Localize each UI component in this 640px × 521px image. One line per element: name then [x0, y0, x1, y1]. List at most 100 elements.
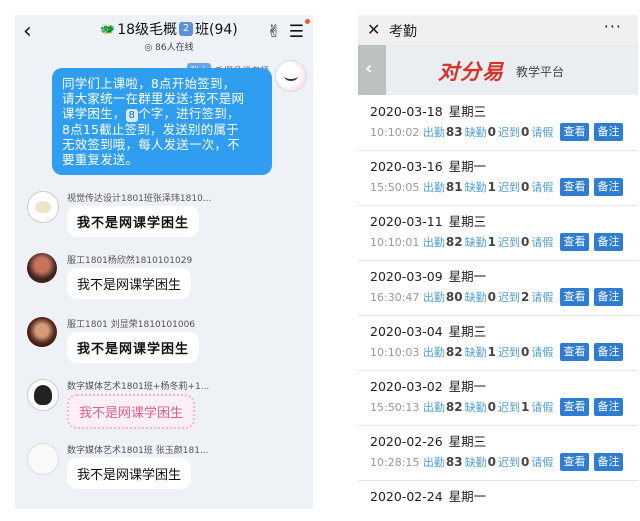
present-count: 80	[445, 290, 463, 304]
session-time: 10:10:01	[370, 236, 420, 249]
present-count: 83	[445, 125, 463, 139]
banner-back-button[interactable]: ‹	[358, 45, 386, 95]
absent-count: 0	[487, 125, 496, 139]
avatar[interactable]	[27, 379, 59, 411]
session-date: 2020-02-24 星期一	[370, 489, 487, 504]
present-count: 82	[445, 235, 463, 249]
session-stats: 10:28:15 出勤83 缺勤0 迟到0 请假	[370, 455, 554, 469]
announcement-bubble: 同学们上课啦，8点开始签到， 请大家统一在群里发送:我不是网 课学困生， 8 个字，…	[52, 68, 272, 175]
menu-icon[interactable]: ☰	[289, 22, 304, 42]
absent-count: 1	[487, 180, 496, 194]
late-count: 2	[520, 290, 530, 304]
group-icon: 🐲	[100, 22, 116, 36]
platform-banner: ‹ 对分易 教学平台	[358, 45, 638, 95]
absent-count: 1	[487, 345, 496, 359]
back-icon[interactable]: ‹	[23, 21, 32, 43]
message-bubble: 我不是网课学困生	[67, 332, 200, 363]
view-button[interactable]: 查看	[560, 288, 589, 306]
sender-name: 数字媒体艺术1801班 张玉颜181...	[67, 446, 209, 456]
char-count-badge: 8	[125, 109, 139, 122]
view-button[interactable]: 查看	[560, 123, 589, 141]
session-time: 15:50:05	[370, 181, 420, 194]
sender-name: 服工1801杨欣然1810101029	[67, 256, 193, 266]
session-date: 2020-03-16 星期一	[370, 159, 487, 174]
absent-count: 1	[487, 235, 496, 249]
note-button[interactable]: 备注	[594, 233, 623, 251]
view-button[interactable]: 查看	[560, 398, 589, 416]
session-date: 2020-03-02 星期一	[370, 379, 487, 394]
notification-dot	[305, 19, 310, 24]
view-button[interactable]: 查看	[560, 343, 589, 361]
attendance-row: 2020-03-18 星期三 10:10:02 出勤83 缺勤0 迟到0 请假 查看 备注	[358, 95, 638, 151]
late-count: 0	[520, 345, 530, 359]
session-stats: 15:50:05 出勤81 缺勤1 迟到0 请假	[370, 180, 554, 194]
session-stats: 16:30:47 出勤80 缺勤0 迟到2 请假	[370, 290, 554, 304]
session-stats: 10:10:02 出勤83 缺勤0 迟到0 请假	[370, 125, 554, 139]
session-stats: 10:10:03 出勤82 缺勤1 迟到0 请假	[370, 345, 554, 359]
online-count: ◎ 86人在线	[144, 43, 194, 53]
session-stats: 15:50:13 出勤82 缺勤0 迟到1 请假	[370, 400, 554, 414]
absent-count: 0	[487, 400, 496, 414]
note-button[interactable]: 备注	[594, 343, 623, 361]
attendance-row: 2020-03-09 星期一 16:30:47 出勤80 缺勤0 迟到2 请假 查看 备注	[358, 260, 638, 316]
attendance-topbar: ✕ 考勤 ···	[358, 15, 638, 45]
session-time: 16:30:47	[370, 291, 420, 304]
chevron-left-icon: ‹	[365, 58, 373, 79]
platform-label: 教学平台	[516, 65, 565, 79]
absent-count: 0	[487, 290, 496, 304]
view-button[interactable]: 查看	[560, 178, 589, 196]
close-icon[interactable]: ✕	[367, 20, 380, 39]
note-button[interactable]: 备注	[594, 288, 623, 306]
note-button[interactable]: 备注	[594, 123, 623, 141]
session-date: 2020-03-09 星期一	[370, 269, 487, 284]
absent-count: 0	[487, 455, 496, 469]
duifenyi-logo: 对分易	[438, 59, 504, 84]
page-title: 考勤	[389, 24, 417, 40]
session-time: 15:50:13	[370, 401, 420, 414]
attendance-row: 2020-02-24 星期一	[358, 480, 638, 509]
attendance-row: 2020-03-11 星期三 10:10:01 出勤82 缺勤1 迟到0 请假 查看 备注	[358, 205, 638, 261]
avatar[interactable]	[27, 191, 59, 223]
sender-name: 视觉传达设计1801班张泽玮1810...	[67, 194, 212, 204]
avatar[interactable]	[27, 443, 59, 475]
note-button[interactable]: 备注	[594, 453, 623, 471]
message-bubble: 我不是网课学困生	[67, 458, 192, 489]
more-icon[interactable]: ···	[604, 17, 622, 36]
session-date: 2020-02-26 星期三	[370, 434, 487, 449]
attendance-row: 2020-03-02 星期一 15:50:13 出勤82 缺勤0 迟到1 请假 查看 备注	[358, 370, 638, 426]
late-count: 1	[520, 400, 530, 414]
late-count: 0	[520, 235, 530, 249]
present-count: 82	[445, 400, 463, 414]
present-count: 83	[445, 455, 463, 469]
present-count: 81	[445, 180, 463, 194]
session-date: 2020-03-11 星期三	[370, 214, 487, 229]
late-count: 0	[520, 125, 530, 139]
chat-title: 🐲 18级毛概 2 班(94)	[100, 22, 238, 38]
session-date: 2020-03-18 星期三	[370, 104, 487, 119]
note-button[interactable]: 备注	[594, 398, 623, 416]
session-time: 10:10:03	[370, 346, 420, 359]
session-stats: 10:10:01 出勤82 缺勤1 迟到0 请假	[370, 235, 554, 249]
group-chat-screen: ‹ 🐲 18级毛概 2 班(94) ◎ 86人在线 ✌ ☰ 群主 毛概侯帆老师 …	[15, 15, 313, 509]
attendance-screen: ✕ 考勤 ··· ‹ 对分易 教学平台 2020-03-18 星期三 10:10:0…	[358, 15, 638, 509]
late-count: 0	[520, 180, 530, 194]
attendance-row: 2020-03-16 星期一 15:50:05 出勤81 缺勤1 迟到0 请假 查看 备注	[358, 150, 638, 206]
chat-title-area: 🐲 18级毛概 2 班(94) ◎ 86人在线	[89, 18, 249, 53]
view-button[interactable]: 查看	[560, 233, 589, 251]
class-number-badge: 2	[179, 22, 194, 36]
present-count: 82	[445, 345, 463, 359]
message-bubble: 我不是网课学困生	[67, 268, 192, 299]
session-time: 10:10:02	[370, 126, 420, 139]
note-button[interactable]: 备注	[594, 178, 623, 196]
session-date: 2020-03-04 星期三	[370, 324, 487, 339]
teacher-avatar[interactable]	[275, 60, 307, 92]
group-app-icon[interactable]: ✌	[267, 22, 281, 42]
view-button[interactable]: 查看	[560, 453, 589, 471]
sender-name: 服工1801 刘显荣1810101006	[67, 320, 196, 330]
chat-header: ‹ 🐲 18级毛概 2 班(94) ◎ 86人在线 ✌ ☰	[15, 15, 313, 57]
late-count: 0	[520, 455, 530, 469]
session-time: 10:28:15	[370, 456, 420, 469]
avatar[interactable]	[27, 253, 57, 283]
avatar[interactable]	[27, 317, 57, 347]
attendance-row: 2020-03-04 星期三 10:10:03 出勤82 缺勤1 迟到0 请假 查看 备注	[358, 315, 638, 371]
